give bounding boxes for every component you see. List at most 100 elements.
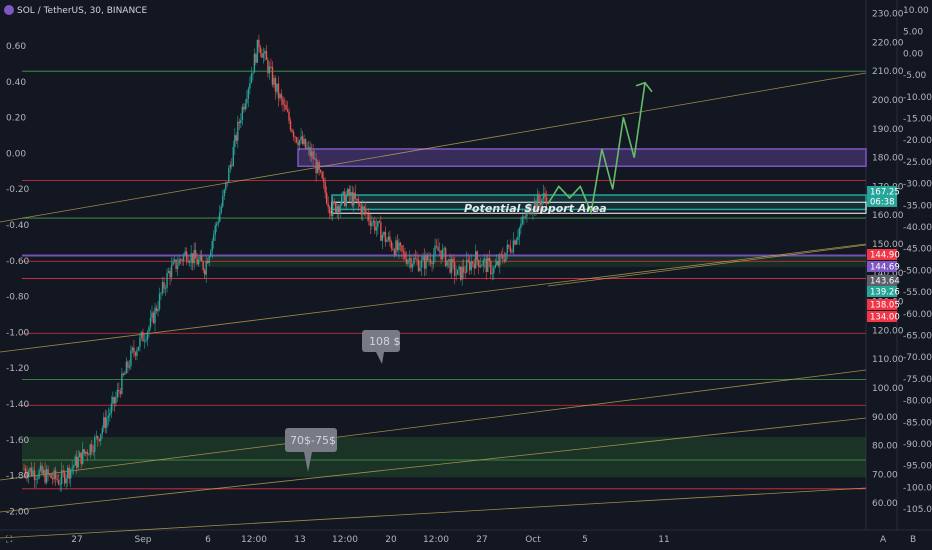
candle-body: [202, 261, 204, 271]
candle-body: [300, 136, 302, 141]
potential-support-label: Potential Support Area: [464, 202, 607, 215]
candle-body: [47, 469, 49, 475]
candle-body: [331, 201, 334, 217]
far-axis-tick: -20.00: [903, 136, 932, 146]
candle-body: [125, 361, 128, 374]
x-axis-tick: 5: [582, 535, 588, 545]
candle-body: [443, 248, 445, 250]
candle-body: [425, 254, 427, 269]
far-axis-tick: -45.00: [903, 245, 932, 255]
left-axis-tick: -0.40: [6, 221, 30, 231]
right-axis-tick: 180.00: [872, 154, 904, 164]
candle-body: [277, 83, 280, 99]
candle-body: [200, 255, 203, 262]
candle-body: [175, 259, 177, 269]
axis-a-button: A: [880, 535, 887, 545]
candle-body: [467, 259, 469, 262]
candle-body: [292, 131, 295, 137]
right-axis-tick: 110.00: [872, 355, 904, 365]
candle-body: [521, 216, 524, 224]
far-axis-tick: 0.00: [903, 49, 923, 59]
candle-body: [185, 251, 188, 262]
candle-body: [95, 436, 97, 438]
candle-body: [63, 472, 66, 484]
candle-body: [128, 366, 131, 368]
candle-body: [229, 164, 231, 169]
candle-body: [148, 327, 150, 333]
candle-body: [222, 195, 224, 207]
candle-body: [197, 259, 200, 265]
candle-body: [523, 216, 525, 218]
candle-body: [32, 470, 34, 476]
x-axis-tick: 12:00: [332, 535, 358, 545]
candle-body: [411, 264, 414, 268]
candle-body: [238, 121, 241, 124]
candle-body: [74, 456, 76, 466]
candle-body: [497, 260, 500, 266]
candle-body: [503, 259, 506, 262]
candle-body: [304, 138, 307, 149]
candle-body: [94, 437, 96, 452]
fullscreen-icon: ⛶: [5, 534, 13, 545]
candle-body: [354, 192, 356, 199]
price-label: 144.69: [870, 263, 900, 273]
candle-body: [327, 203, 329, 208]
candle-body: [166, 272, 168, 288]
candle-body: [167, 270, 170, 273]
candle-body: [348, 188, 350, 195]
candle-body: [365, 208, 367, 214]
candle-body: [399, 242, 402, 246]
candle-body: [356, 198, 358, 200]
candle-body: [294, 136, 296, 138]
candle-body: [137, 346, 140, 351]
candle-body: [85, 451, 87, 454]
candle-body: [42, 470, 45, 474]
candle-body: [172, 261, 174, 266]
price-label: 06:38: [870, 198, 895, 208]
candle-body: [194, 250, 197, 259]
candle-body: [456, 269, 459, 275]
candle-body: [428, 259, 430, 261]
candle-body: [250, 74, 253, 83]
far-axis-tick: -70.00: [903, 353, 932, 363]
candle-body: [383, 231, 385, 235]
zone-2: [22, 436, 866, 478]
candle-body: [101, 428, 103, 434]
candle-body: [375, 227, 378, 231]
candle-body: [493, 267, 495, 274]
x-axis-tick: 12:00: [241, 535, 267, 545]
candle-body: [511, 251, 513, 253]
left-axis-tick: -0.80: [6, 293, 30, 303]
candle-body: [50, 474, 52, 479]
candle-body: [453, 262, 456, 276]
candle-body: [478, 259, 480, 268]
price-chart[interactable]: Potential Support Area 108 $ 70$-75$ SOL /…: [0, 0, 932, 550]
far-axis-tick: -95.00: [903, 462, 932, 472]
candle-body: [68, 467, 70, 479]
candle-body: [419, 267, 421, 271]
candle-body: [158, 293, 161, 309]
candle-body: [515, 239, 518, 245]
candle-body: [113, 397, 116, 404]
candle-body: [258, 39, 260, 48]
candle-body: [29, 467, 31, 472]
candle-body: [380, 222, 382, 241]
x-axis-tick: 13: [294, 535, 305, 545]
candle-body: [98, 439, 100, 441]
far-axis-tick: 10.00: [903, 6, 929, 16]
candle-body: [414, 257, 417, 259]
candle-body: [211, 240, 213, 252]
candle-body: [339, 204, 341, 213]
candle-body: [310, 151, 313, 157]
candle-body: [54, 470, 57, 479]
candle-body: [360, 205, 362, 215]
candle-body: [83, 449, 85, 454]
candle-body: [377, 221, 379, 228]
candle-body: [378, 221, 381, 223]
far-axis-tick: -80.00: [903, 397, 932, 407]
candle-body: [371, 222, 373, 226]
candle-body: [390, 241, 393, 249]
note-108-pointer: [376, 352, 384, 364]
left-axis-tick: -1.80: [6, 472, 30, 482]
candle-body: [505, 252, 507, 262]
